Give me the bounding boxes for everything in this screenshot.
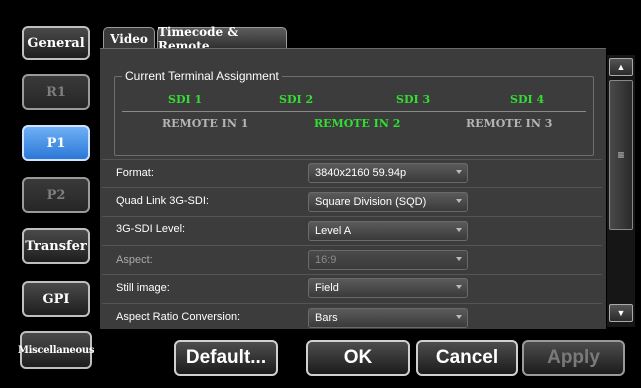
chevron-down-icon (456, 257, 462, 261)
still-image-dropdown[interactable]: Field (308, 278, 468, 298)
scroll-down-button[interactable]: ▼ (609, 304, 633, 322)
sdi-level-dropdown[interactable]: Level A (308, 221, 468, 241)
aspect-ratio-conversion-value: Bars (315, 312, 338, 324)
format-label: Format: (116, 167, 154, 179)
divider (102, 303, 602, 304)
default-button[interactable]: Default... (174, 340, 278, 376)
chevron-down-icon (456, 315, 462, 319)
nav-p1[interactable]: P1 (22, 125, 90, 161)
aspect-value: 16:9 (315, 254, 337, 266)
assignment-divider (122, 111, 586, 112)
chevron-down-icon (456, 285, 462, 289)
remote-in-3-label: REMOTE IN 3 (466, 117, 553, 130)
aspect-dropdown: 16:9 (308, 250, 468, 270)
tab-timecode-remote[interactable]: Timecode & Remote (157, 25, 287, 53)
nav-r1[interactable]: R1 (22, 74, 90, 110)
aspect-ratio-conversion-dropdown[interactable]: Bars (308, 308, 468, 328)
assignment-title: Current Terminal Assignment (122, 69, 282, 83)
quad-link-value: Square Division (SQD) (315, 196, 427, 208)
sdi-1-label: SDI 1 (168, 93, 203, 106)
tab-video[interactable]: Video (103, 27, 155, 49)
divider (102, 245, 602, 246)
quad-link-label: Quad Link 3G-SDI: (116, 195, 209, 207)
nav-p2[interactable]: P2 (22, 177, 90, 213)
divider (102, 159, 602, 160)
assignment-box (114, 76, 594, 156)
divider (102, 274, 602, 275)
scroll-up-button[interactable]: ▲ (609, 58, 633, 76)
divider (102, 216, 602, 217)
sdi-3-label: SDI 3 (396, 93, 431, 106)
format-value: 3840x2160 59.94p (315, 167, 407, 179)
cancel-button[interactable]: Cancel (416, 340, 518, 376)
sdi-4-label: SDI 4 (510, 93, 545, 106)
settings-panel: Current Terminal Assignment SDI 1 SDI 2 … (100, 48, 606, 329)
ok-button[interactable]: OK (306, 340, 410, 376)
sdi-level-label: 3G-SDI Level: (116, 223, 186, 235)
apply-button[interactable]: Apply (522, 340, 625, 376)
aspect-ratio-conversion-label: Aspect Ratio Conversion: (116, 311, 241, 323)
chevron-down-icon (456, 170, 462, 174)
sdi-2-label: SDI 2 (279, 93, 314, 106)
nav-transfer[interactable]: Transfer (22, 228, 90, 264)
aspect-label: Aspect: (116, 254, 153, 266)
remote-in-1-label: REMOTE IN 1 (162, 117, 249, 130)
remote-in-2-label: REMOTE IN 2 (314, 117, 401, 130)
nav-miscellaneous[interactable]: Miscellaneous (18, 331, 94, 369)
chevron-down-icon (456, 228, 462, 232)
nav-gpi[interactable]: GPI (22, 281, 90, 317)
chevron-down-icon (456, 199, 462, 203)
still-image-value: Field (315, 282, 339, 294)
divider (102, 187, 602, 188)
sdi-level-value: Level A (315, 225, 352, 237)
still-image-label: Still image: (116, 282, 170, 294)
format-dropdown[interactable]: 3840x2160 59.94p (308, 163, 468, 183)
scrollbar-thumb[interactable]: ≡ (609, 80, 633, 230)
quad-link-dropdown[interactable]: Square Division (SQD) (308, 192, 468, 212)
nav-general[interactable]: General (22, 26, 90, 60)
